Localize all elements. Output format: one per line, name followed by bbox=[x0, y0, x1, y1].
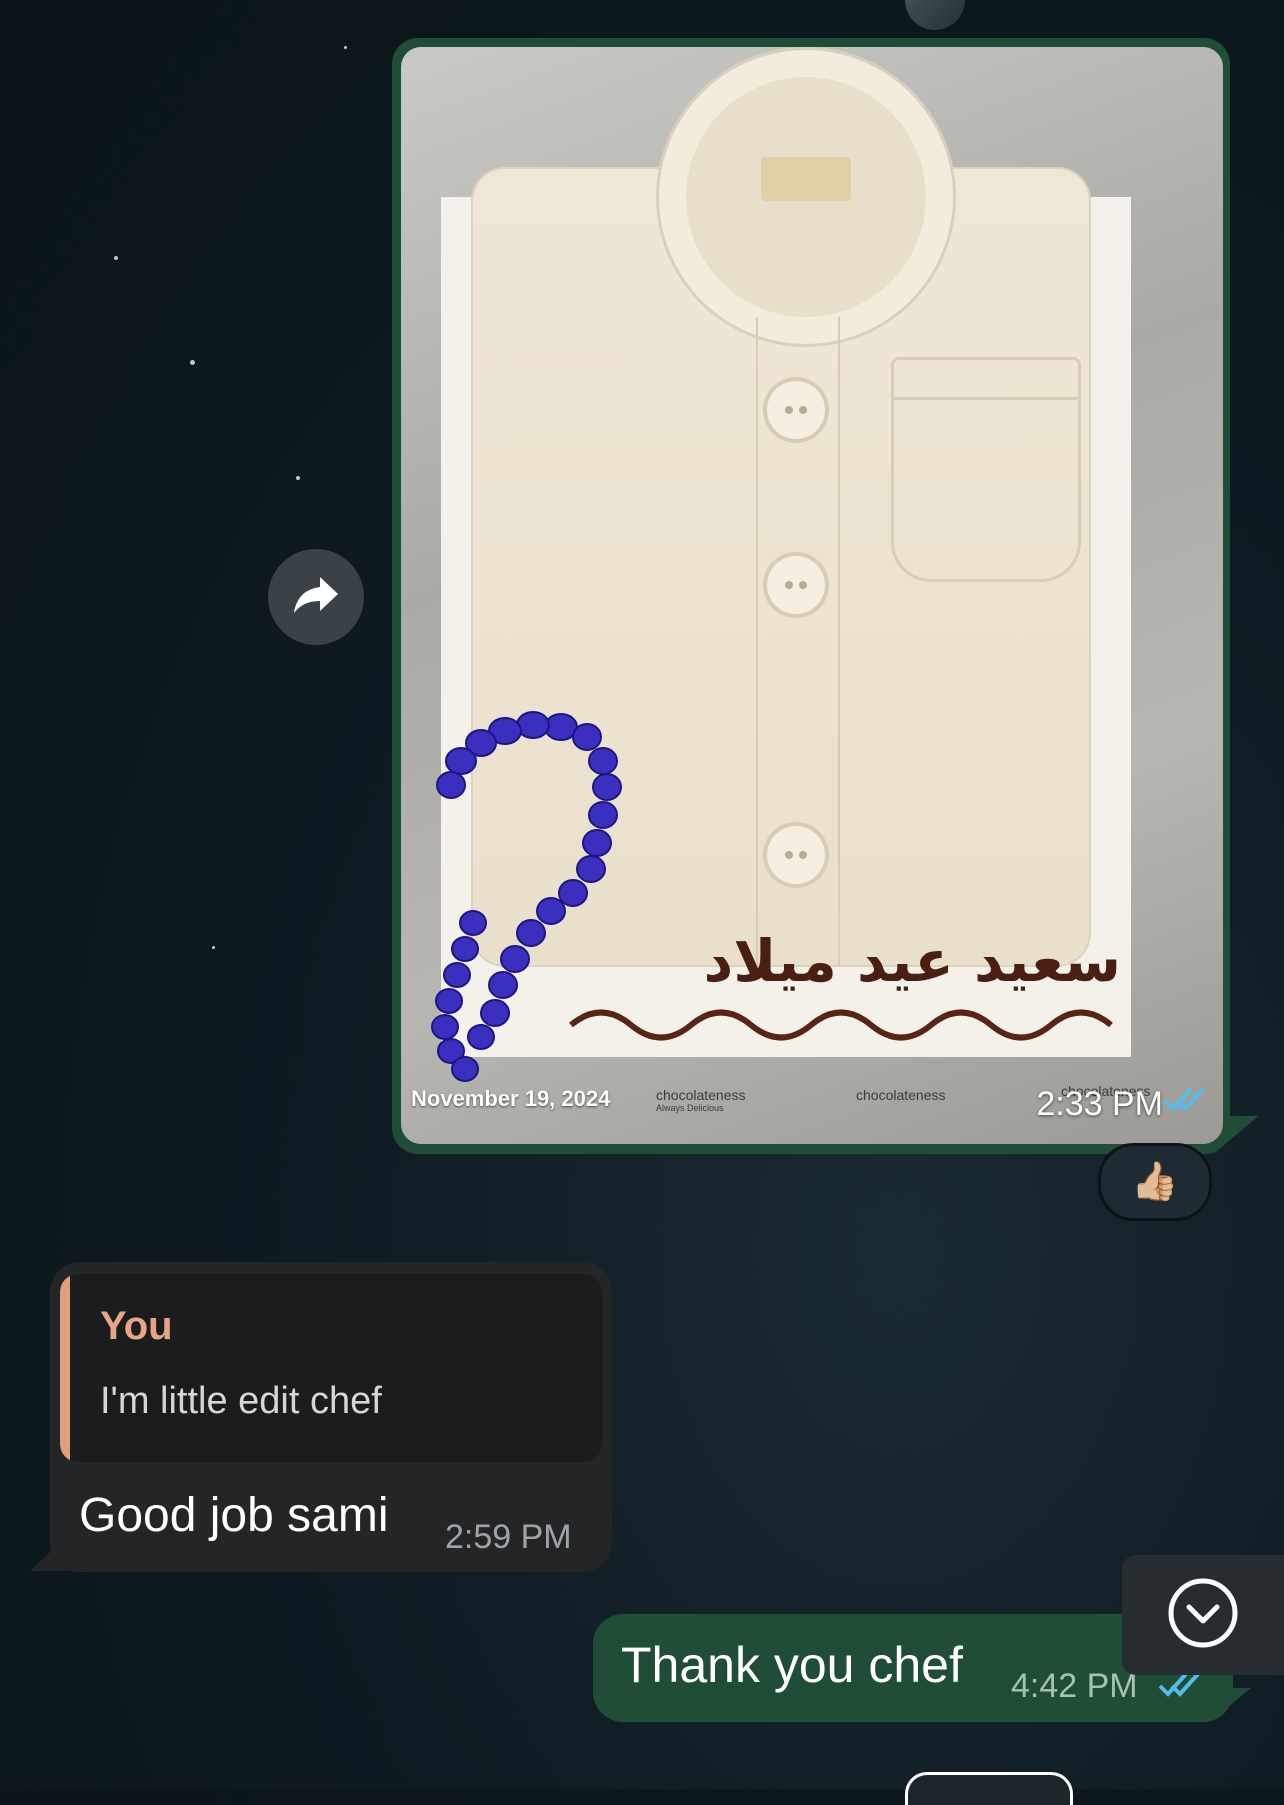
watermark: chocolateness Always Delicious bbox=[656, 1087, 746, 1113]
message-text: Thank you chef bbox=[621, 1637, 963, 1693]
double-check-icon bbox=[1163, 1085, 1207, 1118]
bubble-tail bbox=[1215, 1688, 1251, 1718]
photo-date-overlay: November 19, 2024 bbox=[411, 1086, 611, 1111]
quote-accent-bar bbox=[60, 1274, 70, 1462]
shirt-button bbox=[763, 552, 829, 618]
watermark-sub: Always Delicious bbox=[656, 1103, 724, 1113]
cake-photo[interactable]: سعيد عيد ميلاد chocolateness Always Deli… bbox=[401, 47, 1223, 1144]
shirt-button bbox=[763, 822, 829, 888]
reaction-badge[interactable]: 👍🏼 bbox=[1098, 1143, 1212, 1221]
shirt-label bbox=[761, 157, 851, 201]
forward-arrow-icon bbox=[292, 575, 340, 620]
watermark-text: chocolateness bbox=[856, 1087, 946, 1103]
background-moon bbox=[905, 0, 965, 30]
background-star bbox=[190, 360, 195, 365]
quoted-author: You bbox=[100, 1304, 173, 1348]
message-text: Good job sami bbox=[79, 1489, 389, 1542]
thumbs-up-icon: 👍🏼 bbox=[1131, 1161, 1179, 1203]
bubble-tail bbox=[30, 1535, 68, 1571]
quoted-reply[interactable]: You I'm little edit chef bbox=[60, 1274, 602, 1462]
message-time: 2:33 PM bbox=[1036, 1085, 1163, 1123]
shirt-button bbox=[763, 377, 829, 443]
background-star bbox=[344, 46, 347, 49]
arabic-script-decoration: سعيد عيد ميلاد bbox=[561, 927, 1121, 1047]
scroll-to-bottom-button[interactable] bbox=[1122, 1555, 1284, 1675]
background-star bbox=[114, 256, 118, 260]
quoted-text: I'm little edit chef bbox=[100, 1380, 382, 1422]
swirl-decoration bbox=[569, 1009, 1113, 1041]
pocket-flap bbox=[891, 357, 1081, 400]
background-star bbox=[212, 946, 215, 949]
background-star bbox=[296, 476, 300, 480]
watermark-text: chocolateness bbox=[656, 1087, 746, 1103]
arabic-birthday-text: سعيد عيد ميلاد bbox=[703, 927, 1121, 995]
forward-button[interactable] bbox=[268, 549, 364, 645]
chevron-down-circle-icon bbox=[1167, 1577, 1239, 1654]
message-time: 4:42 PM bbox=[1011, 1667, 1138, 1705]
watermark: chocolateness bbox=[856, 1087, 946, 1103]
message-time: 2:59 PM bbox=[445, 1518, 572, 1556]
